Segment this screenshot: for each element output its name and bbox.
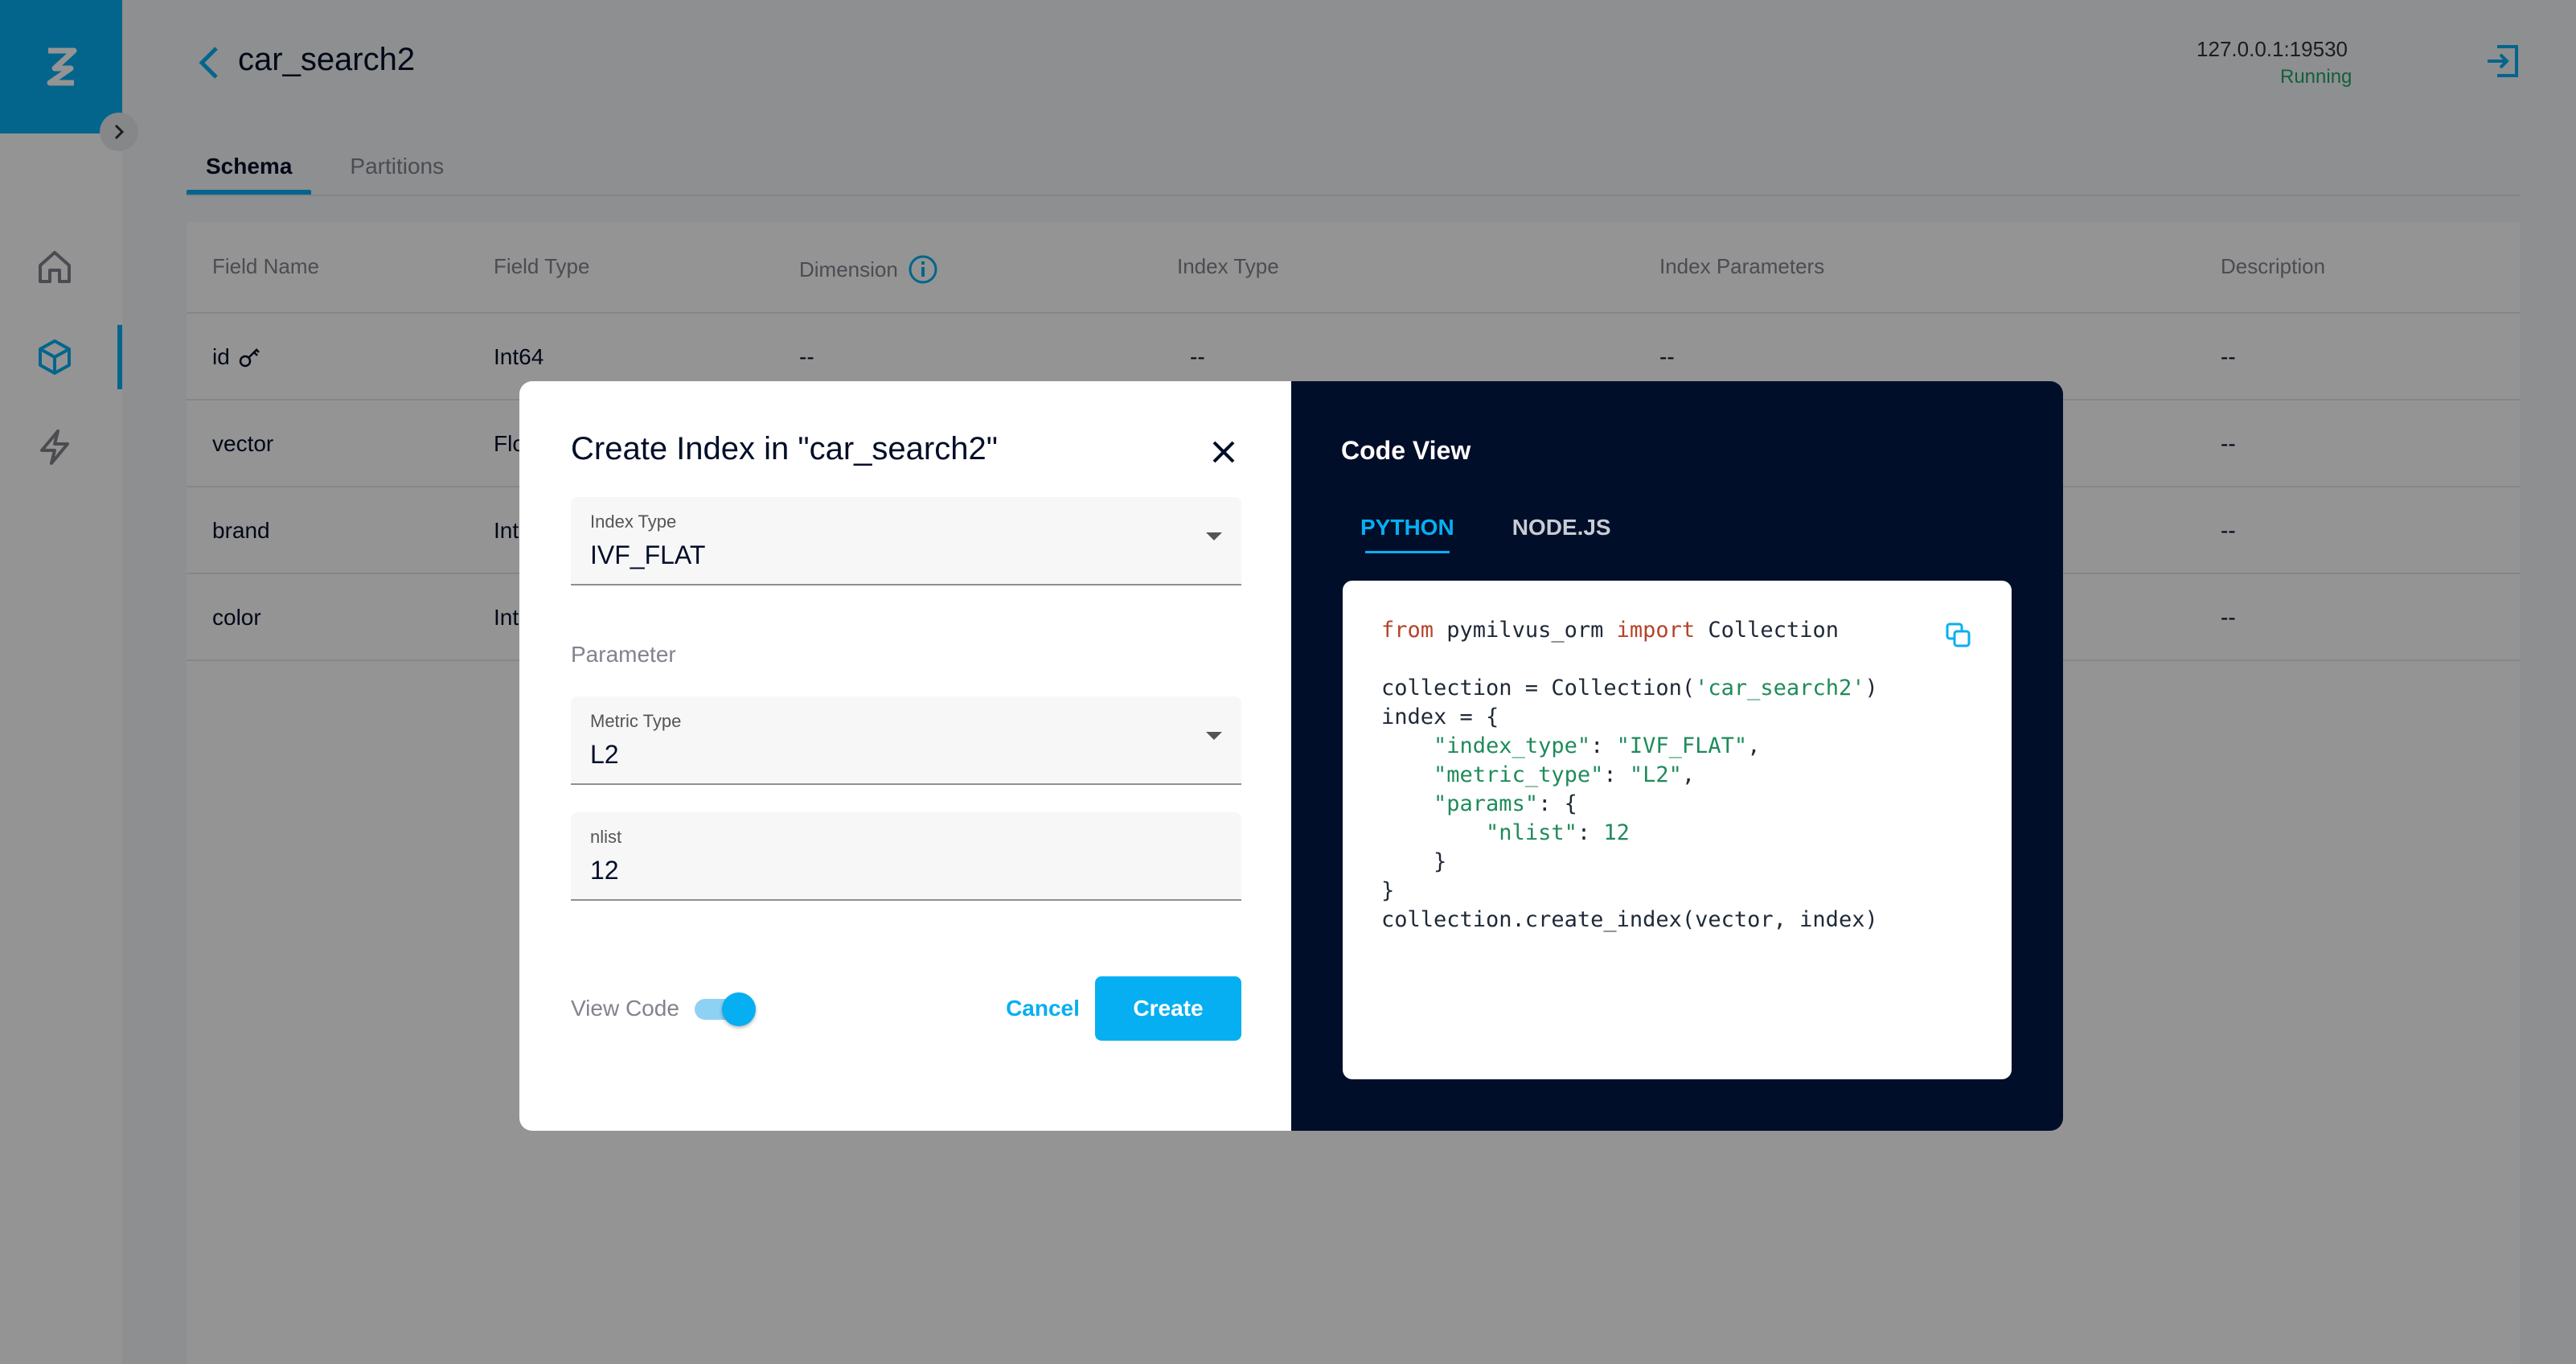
code-token: from: [1381, 618, 1434, 643]
create-index-dialog: Create Index in "car_search2" Index Type…: [519, 381, 1291, 1131]
parameter-section-label: Parameter: [571, 642, 676, 667]
metric-type-select[interactable]: Metric Type L2: [571, 696, 1241, 785]
code-language-tabs: PYTHON NODE.JS: [1341, 502, 1631, 553]
code-token: 'car_search2': [1695, 676, 1865, 700]
code-token: "IVF_FLAT": [1616, 733, 1748, 758]
view-code-toggle[interactable]: [695, 992, 759, 1026]
index-type-value: IVF_FLAT: [590, 540, 706, 569]
code-snippet: from pymilvus_orm import Collection coll…: [1381, 618, 1878, 932]
dialog-title: Create Index in "car_search2": [571, 431, 998, 466]
code-token: "metric_type": [1434, 762, 1604, 787]
tab-python[interactable]: PYTHON: [1341, 502, 1474, 553]
copy-button[interactable]: [1939, 616, 1978, 655]
code-token: ): [1864, 676, 1878, 700]
nlist-value: 12: [590, 856, 619, 885]
code-view-title: Code View: [1341, 436, 1471, 465]
view-code-label: View Code: [571, 996, 679, 1021]
code-token: index = {: [1381, 705, 1499, 729]
dropdown-arrow-icon: [1206, 732, 1222, 740]
nlist-label: nlist: [590, 827, 622, 847]
code-token: pymilvus_orm: [1434, 618, 1617, 643]
tab-nodejs[interactable]: NODE.JS: [1493, 502, 1631, 553]
code-view-panel: Code View PYTHON NODE.JS from pymilvus_o…: [1291, 381, 2063, 1131]
code-token: "L2": [1629, 762, 1682, 787]
copy-icon: [1946, 622, 1971, 647]
close-button[interactable]: [1203, 431, 1245, 473]
code-token: Collection: [1695, 618, 1839, 643]
cancel-button[interactable]: Cancel: [999, 976, 1087, 1041]
index-type-label: Index Type: [590, 512, 677, 532]
code-block: from pymilvus_orm import Collection coll…: [1343, 581, 2012, 1079]
code-token: collection = Collection(: [1381, 676, 1696, 700]
nlist-input[interactable]: nlist 12: [571, 812, 1241, 901]
metric-type-value: L2: [590, 740, 619, 769]
create-button[interactable]: Create: [1095, 976, 1241, 1041]
code-token: 12: [1603, 820, 1630, 845]
code-token: "params": [1434, 791, 1539, 816]
code-token: "index_type": [1434, 733, 1591, 758]
code-token: import: [1616, 618, 1696, 643]
index-type-select[interactable]: Index Type IVF_FLAT: [571, 497, 1241, 585]
toggle-thumb: [722, 992, 756, 1026]
dropdown-arrow-icon: [1206, 532, 1222, 540]
close-icon: [1212, 441, 1235, 463]
metric-type-label: Metric Type: [590, 711, 682, 731]
code-token: "nlist": [1486, 820, 1577, 845]
code-token: collection.create_index(vector, index): [1381, 907, 1878, 932]
